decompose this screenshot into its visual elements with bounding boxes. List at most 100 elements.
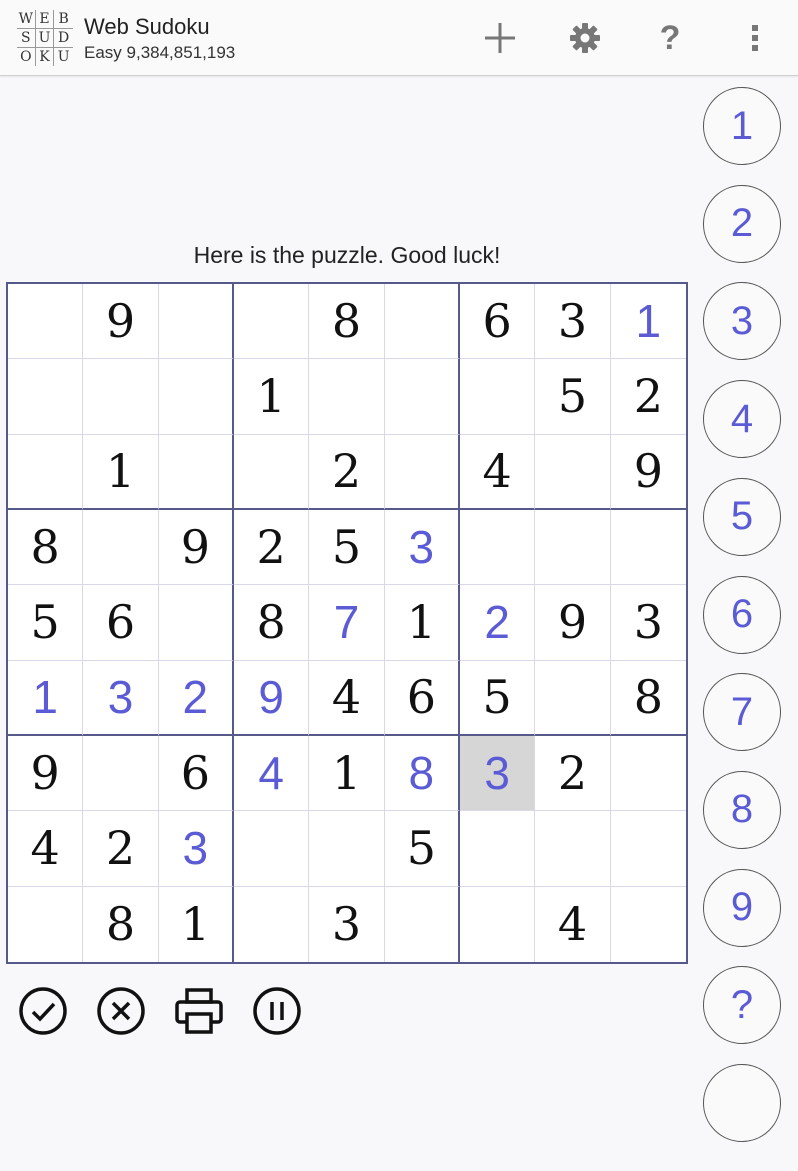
cell-r5-c9[interactable]: 3 bbox=[610, 585, 686, 661]
cell-r4-c9[interactable] bbox=[610, 510, 686, 586]
pause-button[interactable] bbox=[252, 986, 302, 1036]
cell-r9-c5[interactable]: 3 bbox=[309, 886, 385, 962]
cell-r4-c6[interactable]: 3 bbox=[384, 510, 460, 586]
clear-errors-button[interactable] bbox=[96, 986, 146, 1036]
cell-r1-c5[interactable]: 8 bbox=[309, 284, 385, 360]
cell-r1-c6[interactable] bbox=[384, 284, 460, 360]
cell-r6-c7[interactable]: 5 bbox=[460, 660, 536, 736]
numpad-button-7[interactable]: 7 bbox=[703, 673, 781, 752]
numpad-button-8[interactable]: 8 bbox=[703, 770, 781, 849]
cell-r1-c3[interactable] bbox=[158, 284, 234, 360]
settings-button[interactable] bbox=[565, 18, 605, 58]
cell-r3-c8[interactable] bbox=[535, 434, 611, 510]
cell-r4-c5[interactable]: 5 bbox=[309, 510, 385, 586]
new-puzzle-button[interactable] bbox=[480, 18, 520, 58]
cell-r1-c2[interactable]: 9 bbox=[83, 284, 159, 360]
cell-r3-c5[interactable]: 2 bbox=[309, 434, 385, 510]
cell-r8-c2[interactable]: 2 bbox=[83, 811, 159, 887]
cell-r1-c4[interactable] bbox=[234, 284, 310, 360]
cell-r3-c4[interactable] bbox=[234, 434, 310, 510]
cell-r3-c1[interactable] bbox=[8, 434, 84, 510]
cell-r6-c8[interactable] bbox=[535, 660, 611, 736]
help-button[interactable]: ? bbox=[650, 18, 690, 58]
numpad-button-9[interactable]: 9 bbox=[703, 868, 781, 947]
cell-r7-c2[interactable] bbox=[83, 736, 159, 812]
cell-r2-c7[interactable] bbox=[460, 359, 536, 435]
cell-r5-c4[interactable]: 8 bbox=[234, 585, 310, 661]
cell-r9-c9[interactable] bbox=[611, 887, 686, 962]
cell-r6-c3[interactable]: 2 bbox=[158, 660, 234, 736]
cell-r2-c2[interactable] bbox=[83, 359, 159, 435]
cell-r1-c9[interactable]: 1 bbox=[610, 284, 686, 360]
numpad-button-4[interactable]: 4 bbox=[703, 380, 781, 459]
cell-r9-c7[interactable] bbox=[460, 886, 536, 962]
numpad-button-5[interactable]: 5 bbox=[703, 477, 781, 556]
cell-r8-c9[interactable] bbox=[610, 811, 686, 887]
cell-r2-c3[interactable] bbox=[158, 359, 234, 435]
cell-r6-c6[interactable]: 6 bbox=[384, 660, 460, 736]
cell-r8-c1[interactable]: 4 bbox=[8, 811, 84, 887]
cell-r2-c4[interactable]: 1 bbox=[234, 359, 310, 435]
cell-r5-c7[interactable]: 2 bbox=[460, 585, 536, 661]
cell-r9-c6[interactable] bbox=[385, 886, 460, 962]
cell-r7-c1[interactable]: 9 bbox=[8, 736, 84, 812]
cell-r2-c6[interactable] bbox=[384, 359, 460, 435]
cell-r2-c1[interactable] bbox=[8, 359, 84, 435]
cell-r5-c5[interactable]: 7 bbox=[309, 585, 385, 661]
cell-r4-c2[interactable] bbox=[83, 510, 159, 586]
cell-r8-c7[interactable] bbox=[460, 811, 536, 887]
cell-r2-c5[interactable] bbox=[309, 359, 385, 435]
cell-r5-c2[interactable]: 6 bbox=[83, 585, 159, 661]
cell-r4-c7[interactable] bbox=[460, 510, 536, 586]
cell-r5-c3[interactable] bbox=[158, 585, 234, 661]
cell-r7-c5[interactable]: 1 bbox=[309, 736, 385, 812]
cell-r9-c3[interactable]: 1 bbox=[159, 886, 234, 962]
overflow-menu-button[interactable] bbox=[735, 18, 775, 58]
numpad-button-2[interactable]: 2 bbox=[703, 184, 781, 263]
cell-r1-c1[interactable] bbox=[8, 284, 84, 360]
cell-r1-c8[interactable]: 3 bbox=[535, 284, 611, 360]
cell-r4-c4[interactable]: 2 bbox=[234, 510, 310, 586]
cell-r6-c2[interactable]: 3 bbox=[83, 660, 159, 736]
cell-r3-c7[interactable]: 4 bbox=[460, 434, 536, 510]
cell-r7-c6[interactable]: 8 bbox=[384, 736, 460, 812]
cell-r7-c4[interactable]: 4 bbox=[234, 736, 310, 812]
cell-r8-c3[interactable]: 3 bbox=[158, 811, 234, 887]
numpad-button-1[interactable]: 1 bbox=[703, 87, 781, 165]
cell-r3-c9[interactable]: 9 bbox=[610, 435, 686, 510]
cell-r3-c6[interactable] bbox=[384, 434, 460, 510]
cell-r8-c6[interactable]: 5 bbox=[384, 811, 460, 887]
print-button[interactable] bbox=[174, 986, 224, 1036]
numpad-hint-button[interactable]: ? bbox=[703, 966, 781, 1045]
cell-r6-c4[interactable]: 9 bbox=[234, 660, 310, 736]
cell-r6-c1[interactable]: 1 bbox=[8, 660, 84, 736]
cell-r8-c5[interactable] bbox=[309, 811, 385, 887]
numpad-button-6[interactable]: 6 bbox=[703, 575, 781, 654]
cell-r1-c7[interactable]: 6 bbox=[460, 284, 536, 360]
cell-r6-c5[interactable]: 4 bbox=[309, 660, 385, 736]
cell-r8-c4[interactable] bbox=[234, 811, 310, 887]
cell-r7-c9[interactable] bbox=[610, 736, 686, 812]
cell-r4-c3[interactable]: 9 bbox=[158, 510, 234, 586]
numpad-button-3[interactable]: 3 bbox=[703, 282, 781, 361]
cell-r5-c1[interactable]: 5 bbox=[8, 585, 84, 661]
cell-r8-c8[interactable] bbox=[535, 811, 611, 887]
numpad-erase-button[interactable] bbox=[703, 1064, 781, 1142]
cell-r5-c8[interactable]: 9 bbox=[535, 585, 611, 661]
cell-r7-c8[interactable]: 2 bbox=[535, 736, 611, 812]
check-button[interactable] bbox=[18, 986, 68, 1036]
cell-r9-c8[interactable]: 4 bbox=[535, 886, 611, 962]
cell-r9-c4[interactable] bbox=[234, 886, 310, 962]
cell-r2-c8[interactable]: 5 bbox=[535, 359, 611, 435]
cell-r9-c1[interactable] bbox=[8, 886, 84, 962]
cell-r5-c6[interactable]: 1 bbox=[384, 585, 460, 661]
cell-r4-c1[interactable]: 8 bbox=[8, 510, 84, 586]
cell-r9-c2[interactable]: 8 bbox=[83, 886, 159, 962]
cell-r7-c3[interactable]: 6 bbox=[158, 736, 234, 812]
cell-r2-c9[interactable]: 2 bbox=[610, 359, 686, 435]
cell-r7-c7[interactable]: 3 bbox=[460, 736, 536, 812]
cell-r4-c8[interactable] bbox=[535, 510, 611, 586]
cell-r3-c3[interactable] bbox=[158, 434, 234, 510]
cell-r6-c9[interactable]: 8 bbox=[610, 661, 686, 736]
cell-r3-c2[interactable]: 1 bbox=[83, 434, 159, 510]
